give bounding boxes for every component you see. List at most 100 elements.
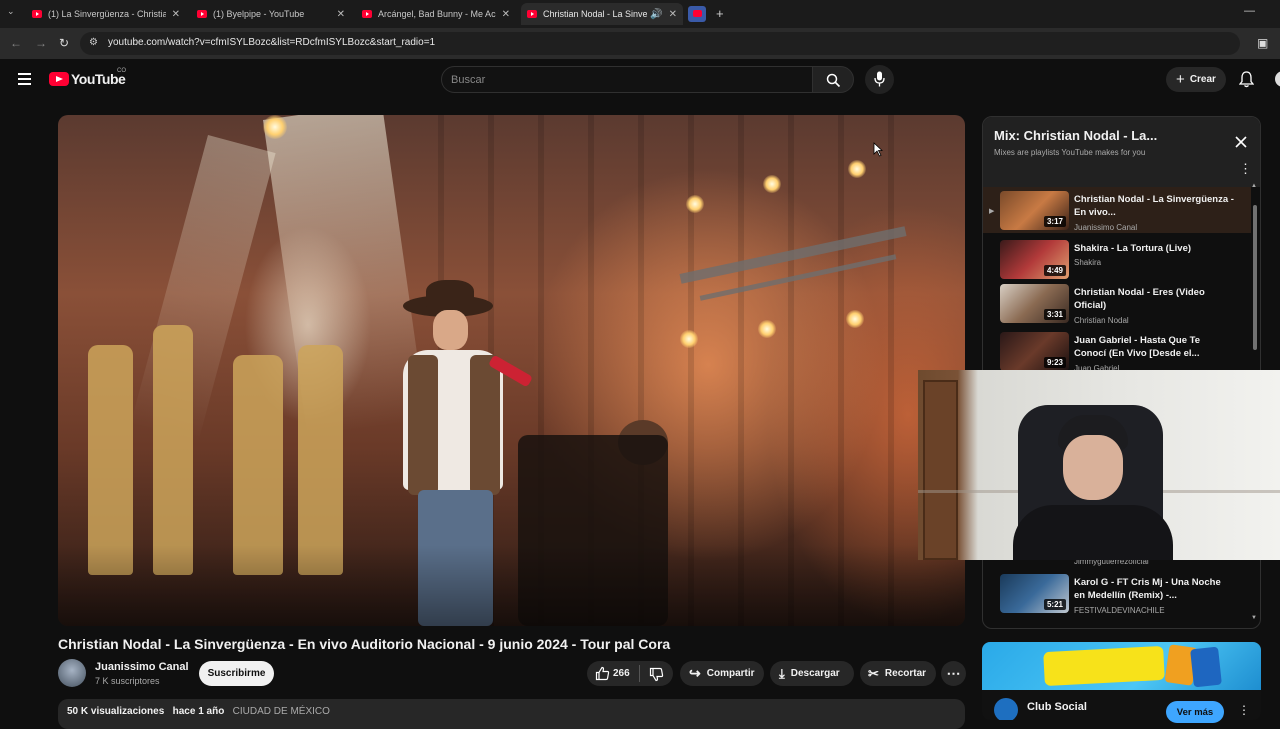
ad-more-icon[interactable]: ⋮ bbox=[1238, 704, 1250, 716]
video-thumbnail: 5:21 bbox=[1000, 574, 1069, 613]
item-title: Christian Nodal - Eres (Video Oficial) bbox=[1074, 287, 1205, 311]
view-count: 50 K visualizaciones bbox=[67, 706, 165, 717]
close-tab-icon[interactable]: ✕ bbox=[337, 9, 345, 20]
video-thumbnail: 3:31 bbox=[1000, 284, 1069, 323]
plus-icon: + bbox=[1176, 71, 1185, 88]
site-info-icon[interactable]: ⚙ bbox=[89, 37, 98, 48]
item-title: Christian Nodal - La Sinvergüenza - En v… bbox=[1074, 194, 1234, 218]
forward-icon[interactable]: → bbox=[35, 36, 47, 50]
create-button[interactable]: + Crear bbox=[1166, 67, 1226, 92]
item-channel: Christian Nodal bbox=[1074, 316, 1129, 325]
reload-icon[interactable]: ↻ bbox=[59, 36, 69, 50]
description-meta: 50 K visualizaciones hace 1 año CIUDAD D… bbox=[67, 706, 330, 717]
youtube-favicon-icon bbox=[197, 10, 207, 18]
mouse-cursor-icon bbox=[873, 142, 883, 157]
webcam-overlay bbox=[918, 370, 1280, 560]
person-shirt bbox=[1013, 505, 1173, 560]
video-thumbnail: 3:17 bbox=[1000, 191, 1069, 230]
playlist-item[interactable]: 4:49 Shakira - La Tortura (Live) Shakira bbox=[983, 236, 1251, 282]
video-player[interactable] bbox=[58, 115, 965, 626]
download-icon: ⤓ bbox=[779, 665, 785, 681]
playlist-subtitle: Mixes are playlists YouTube makes for yo… bbox=[994, 148, 1146, 157]
close-tab-icon[interactable]: ✕ bbox=[172, 9, 180, 20]
close-tab-icon[interactable]: ✕ bbox=[669, 9, 677, 20]
new-tab-icon[interactable]: + bbox=[716, 6, 724, 21]
search-icon bbox=[826, 73, 841, 88]
duration: 3:31 bbox=[1043, 309, 1066, 320]
thumbs-up-icon bbox=[595, 666, 610, 681]
playlist-item[interactable]: 3:31 Christian Nodal - Eres (Video Ofici… bbox=[983, 280, 1251, 326]
item-channel: Juanissimo Canal bbox=[1074, 223, 1138, 232]
upload-date: hace 1 año bbox=[172, 706, 225, 717]
channel-avatar[interactable] bbox=[58, 659, 86, 687]
share-button[interactable]: ↪ Compartir bbox=[680, 661, 764, 686]
channel-name[interactable]: Juanissimo Canal bbox=[95, 661, 189, 673]
dislike-button[interactable] bbox=[649, 667, 664, 685]
youtube-favicon-icon bbox=[362, 10, 372, 18]
ad-banner-image[interactable] bbox=[982, 642, 1261, 690]
browser-tab-1[interactable]: (1) La Sinvergüenza - Christian ✕ bbox=[26, 3, 186, 25]
item-channel: Shakira bbox=[1074, 258, 1102, 267]
notifications-bell-icon[interactable] bbox=[1239, 71, 1254, 88]
search-button[interactable] bbox=[812, 66, 854, 93]
tab-title: (1) La Sinvergüenza - Christian bbox=[48, 9, 166, 19]
playlist-item[interactable]: 9:23 Juan Gabriel - Hasta Que Te Conocí … bbox=[983, 328, 1251, 374]
close-icon[interactable] bbox=[1235, 136, 1247, 148]
subscriber-count: 7 K suscriptores bbox=[95, 676, 160, 686]
playlist-scrollbar-thumb[interactable] bbox=[1253, 205, 1257, 350]
like-count: 266 bbox=[613, 668, 630, 679]
playlist-title[interactable]: Mix: Christian Nodal - La... bbox=[994, 128, 1157, 143]
youtube-favicon-icon bbox=[527, 10, 537, 18]
tab-title: Arcángel, Bad Bunny - Me Acos bbox=[378, 9, 496, 19]
minimize-icon[interactable]: — bbox=[1244, 5, 1255, 17]
playlist-item[interactable]: 5:21 Karol G - FT Cris Mj - Una Noche en… bbox=[983, 570, 1251, 616]
clip-button[interactable]: ✂ Recortar bbox=[860, 661, 936, 686]
close-tab-icon[interactable]: ✕ bbox=[502, 9, 510, 20]
browser-tab-bar: ⌄ (1) La Sinvergüenza - Christian ✕ (1) … bbox=[0, 0, 1280, 28]
back-icon[interactable]: ← bbox=[10, 36, 22, 50]
menu-icon[interactable] bbox=[18, 73, 31, 85]
duration: 5:21 bbox=[1043, 599, 1066, 610]
tab-list-icon[interactable]: ⌄ bbox=[7, 6, 15, 17]
profile-icon[interactable]: ▣ bbox=[1257, 36, 1268, 50]
tab-title: Christian Nodal - La Sinverg bbox=[543, 9, 648, 19]
now-playing-icon: ▶ bbox=[989, 208, 995, 215]
search-box[interactable] bbox=[441, 66, 813, 93]
ad-title[interactable]: Club Social bbox=[1027, 701, 1087, 713]
create-label: Crear bbox=[1189, 74, 1216, 85]
search-input[interactable] bbox=[451, 72, 791, 88]
browser-tab-active[interactable]: Christian Nodal - La Sinverg 🔊 ✕ bbox=[521, 3, 683, 25]
scissors-icon: ✂ bbox=[868, 665, 879, 681]
duration: 4:49 bbox=[1043, 265, 1066, 276]
scroll-down-icon[interactable]: ▼ bbox=[1251, 615, 1257, 621]
download-button[interactable]: ⤓ Descargar bbox=[770, 661, 854, 686]
url-text[interactable]: youtube.com/watch?v=cfmISYLBozc&list=RDc… bbox=[108, 37, 435, 48]
duration: 3:17 bbox=[1043, 216, 1066, 227]
tab-group-icon[interactable] bbox=[688, 6, 706, 22]
browser-tab-2[interactable]: (1) Byelpipe - YouTube ✕ bbox=[191, 3, 351, 25]
clip-label: Recortar bbox=[884, 668, 927, 679]
location: CIUDAD DE MÉXICO bbox=[232, 706, 330, 717]
like-button[interactable] bbox=[595, 666, 610, 684]
subscribe-button[interactable]: Suscribirme bbox=[199, 661, 274, 686]
item-channel: FESTIVALDEVINACHILE bbox=[1074, 606, 1165, 615]
voice-search-button[interactable] bbox=[865, 65, 894, 94]
playlist-more-icon[interactable]: ⋮ bbox=[1239, 162, 1252, 175]
youtube-logo-icon[interactable] bbox=[49, 72, 69, 86]
video-thumbnail: 9:23 bbox=[1000, 332, 1069, 371]
microphone-icon bbox=[874, 71, 885, 87]
ad-banner-art bbox=[1043, 645, 1165, 687]
advertiser-logo[interactable] bbox=[994, 698, 1018, 720]
browser-tab-3[interactable]: Arcángel, Bad Bunny - Me Acos ✕ bbox=[356, 3, 516, 25]
youtube-favicon-icon bbox=[32, 10, 42, 18]
item-title: Juan Gabriel - Hasta Que Te Conocí (En V… bbox=[1074, 335, 1201, 359]
like-dislike-group: 266 bbox=[587, 661, 673, 686]
scroll-up-icon[interactable]: ▲ bbox=[1251, 183, 1257, 189]
share-label: Compartir bbox=[706, 668, 755, 679]
door bbox=[923, 380, 958, 560]
playlist-item[interactable]: ▶ 3:17 Christian Nodal - La Sinvergüenza… bbox=[983, 187, 1251, 233]
audio-playing-icon[interactable]: 🔊 bbox=[650, 9, 662, 20]
item-title: Karol G - FT Cris Mj - Una Noche en Mede… bbox=[1074, 577, 1221, 601]
country-code: CO bbox=[117, 68, 126, 74]
more-actions-button[interactable]: ⋯ bbox=[941, 661, 966, 686]
